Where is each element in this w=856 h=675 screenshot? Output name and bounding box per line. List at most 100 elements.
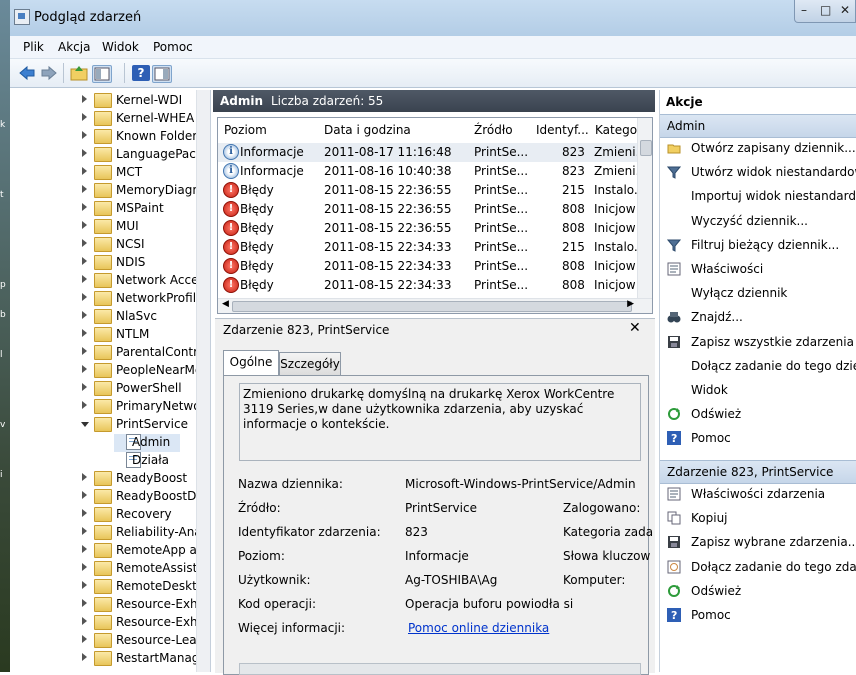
action-item[interactable]: Odśwież bbox=[660, 581, 856, 603]
table-row[interactable]: i Informacje 2011-08-17 11:16:48 PrintSe...… bbox=[218, 143, 638, 162]
action-item[interactable]: ? Pomoc bbox=[660, 605, 856, 627]
action-item[interactable]: Dołącz zadanie do tego zdarzenia bbox=[660, 557, 856, 579]
collapsed-arrow-icon[interactable] bbox=[82, 311, 87, 319]
menu-file[interactable]: Plik bbox=[23, 40, 44, 54]
close-icon[interactable]: ✕ bbox=[629, 320, 641, 336]
events-horizontal-scrollbar[interactable]: ◀ ▶ bbox=[218, 298, 652, 313]
table-row[interactable]: ! Błędy 2011-08-15 22:36:55 PrintSe... 215 In… bbox=[218, 181, 638, 200]
back-arrow-icon[interactable] bbox=[18, 65, 36, 81]
tab-general[interactable]: Ogólne bbox=[223, 350, 279, 375]
forward-arrow-icon[interactable] bbox=[40, 65, 58, 81]
event-id-label: Identyfikator zdarzenia: bbox=[238, 525, 381, 539]
folder-icon bbox=[94, 615, 112, 630]
table-row[interactable]: ! Błędy 2011-08-15 22:34:33 PrintSe... 808 In… bbox=[218, 257, 638, 276]
action-label: Znajdź... bbox=[691, 310, 743, 325]
action-item[interactable]: Odśwież bbox=[660, 404, 856, 426]
action-item[interactable]: Wyczyść dziennik... bbox=[660, 211, 856, 233]
action-item[interactable]: Kopiuj bbox=[660, 508, 856, 530]
action-item[interactable]: ? Pomoc bbox=[660, 428, 856, 450]
properties-icon bbox=[667, 487, 681, 501]
table-row[interactable]: ! Błędy 2011-08-15 22:34:33 PrintSe... 215 In… bbox=[218, 238, 638, 257]
action-item[interactable]: Widok bbox=[660, 380, 856, 402]
maximize-icon[interactable]: □ bbox=[820, 3, 831, 17]
column-header-event-id[interactable]: Identyf... bbox=[530, 118, 590, 142]
collapsed-arrow-icon[interactable] bbox=[82, 527, 87, 535]
collapsed-arrow-icon[interactable] bbox=[82, 401, 87, 409]
collapsed-arrow-icon[interactable] bbox=[82, 635, 87, 643]
collapsed-arrow-icon[interactable] bbox=[82, 617, 87, 625]
action-item[interactable]: Znajdź... bbox=[660, 307, 856, 329]
minimize-icon[interactable]: – bbox=[801, 3, 807, 17]
cell-source: PrintSe... bbox=[474, 278, 528, 292]
table-row[interactable]: ! Błędy 2011-08-15 22:36:55 PrintSe... 808 In… bbox=[218, 219, 638, 238]
collapsed-arrow-icon[interactable] bbox=[82, 653, 87, 661]
collapsed-arrow-icon[interactable] bbox=[82, 257, 87, 265]
action-item[interactable]: Wyłącz dziennik bbox=[660, 283, 856, 305]
tree-item-label: Działa bbox=[132, 453, 169, 467]
expanded-arrow-icon[interactable] bbox=[81, 422, 89, 431]
collapsed-arrow-icon[interactable] bbox=[82, 221, 87, 229]
collapsed-arrow-icon[interactable] bbox=[82, 95, 87, 103]
action-item[interactable]: Dołącz zadanie do tego dziennika bbox=[660, 356, 856, 378]
menu-help[interactable]: Pomoc bbox=[153, 40, 193, 54]
action-item[interactable]: Otwórz zapisany dziennik... bbox=[660, 138, 856, 160]
collapsed-arrow-icon[interactable] bbox=[82, 581, 87, 589]
source-label: Źródło: bbox=[238, 501, 281, 515]
collapsed-arrow-icon[interactable] bbox=[82, 473, 87, 481]
help-icon[interactable]: ? bbox=[132, 65, 150, 81]
collapsed-arrow-icon[interactable] bbox=[82, 545, 87, 553]
collapsed-arrow-icon[interactable] bbox=[82, 239, 87, 247]
menu-view[interactable]: Widok bbox=[102, 40, 139, 54]
collapsed-arrow-icon[interactable] bbox=[82, 329, 87, 337]
collapsed-arrow-icon[interactable] bbox=[82, 599, 87, 607]
actions-section-event[interactable]: Zdarzenie 823, PrintService bbox=[660, 460, 856, 484]
cell-level: Informacje bbox=[240, 164, 304, 178]
show-hide-tree-icon[interactable] bbox=[92, 65, 112, 83]
detail-horizontal-scrollbar[interactable] bbox=[239, 663, 641, 675]
collapsed-arrow-icon[interactable] bbox=[82, 293, 87, 301]
collapsed-arrow-icon[interactable] bbox=[82, 491, 87, 499]
action-item[interactable]: Utwórz widok niestandardowy... bbox=[660, 162, 856, 184]
tab-details[interactable]: Szczegóły bbox=[279, 352, 341, 375]
table-row[interactable]: ! Błędy 2011-08-15 22:36:55 PrintSe... 808 In… bbox=[218, 200, 638, 219]
collapsed-arrow-icon[interactable] bbox=[82, 563, 87, 571]
up-folder-icon[interactable] bbox=[70, 65, 88, 81]
collapsed-arrow-icon[interactable] bbox=[82, 131, 87, 139]
open-folder-icon bbox=[667, 141, 681, 155]
menu-action[interactable]: Akcja bbox=[58, 40, 90, 54]
cell-event-id: 808 bbox=[562, 221, 585, 235]
tree-vertical-scrollbar[interactable] bbox=[196, 90, 210, 672]
collapsed-arrow-icon[interactable] bbox=[82, 365, 87, 373]
collapsed-arrow-icon[interactable] bbox=[82, 509, 87, 517]
folder-icon bbox=[94, 219, 112, 234]
column-header-category[interactable]: Katego... bbox=[589, 118, 648, 142]
collapsed-arrow-icon[interactable] bbox=[82, 149, 87, 157]
online-help-link[interactable]: Pomoc online dziennika bbox=[408, 621, 549, 635]
toolbar-separator bbox=[63, 63, 64, 83]
action-item[interactable]: Importuj widok niestandardowy... bbox=[660, 186, 856, 208]
collapsed-arrow-icon[interactable] bbox=[82, 113, 87, 121]
table-row[interactable]: i Informacje 2011-08-16 10:40:38 PrintSe...… bbox=[218, 162, 638, 181]
window-controls[interactable]: – □ ✕ bbox=[794, 0, 856, 23]
tree-log-19[interactable]: Admin bbox=[114, 434, 180, 452]
collapsed-arrow-icon[interactable] bbox=[82, 383, 87, 391]
action-item[interactable]: Zapisz wszystkie zdarzenia jako... bbox=[660, 332, 856, 354]
table-row[interactable]: ! Błędy 2011-08-15 22:34:33 PrintSe... 808 In… bbox=[218, 276, 638, 295]
action-item[interactable]: Filtruj bieżący dziennik... bbox=[660, 235, 856, 257]
action-item[interactable]: Właściwości zdarzenia bbox=[660, 484, 856, 506]
collapsed-arrow-icon[interactable] bbox=[82, 203, 87, 211]
show-hide-action-pane-icon[interactable] bbox=[152, 65, 172, 83]
collapsed-arrow-icon[interactable] bbox=[82, 347, 87, 355]
column-header-level[interactable]: Poziom bbox=[218, 118, 319, 142]
events-vertical-scrollbar[interactable] bbox=[637, 118, 652, 298]
collapsed-arrow-icon[interactable] bbox=[82, 167, 87, 175]
action-item[interactable]: Zapisz wybrane zdarzenia... bbox=[660, 532, 856, 554]
column-header-source[interactable]: Źródło bbox=[468, 118, 531, 142]
action-item[interactable]: Właściwości bbox=[660, 259, 856, 281]
actions-section-admin[interactable]: Admin bbox=[660, 114, 856, 138]
action-label: Wyczyść dziennik... bbox=[691, 213, 808, 228]
collapsed-arrow-icon[interactable] bbox=[82, 185, 87, 193]
collapsed-arrow-icon[interactable] bbox=[82, 275, 87, 283]
column-header-datetime[interactable]: Data i godzina bbox=[318, 118, 469, 142]
close-icon[interactable]: ✕ bbox=[840, 3, 850, 17]
